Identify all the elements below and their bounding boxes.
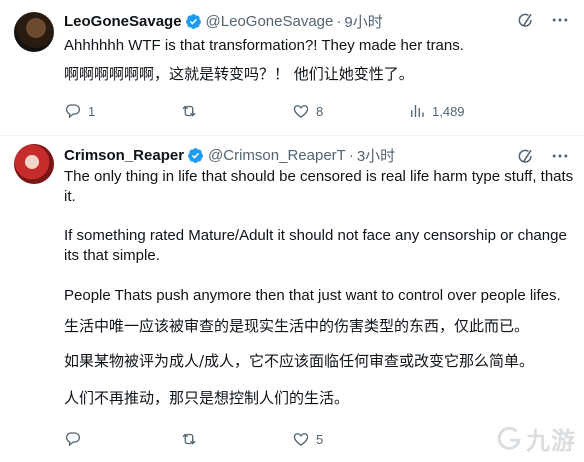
grok-icon[interactable]: [516, 10, 536, 30]
more-options-icon[interactable]: [550, 146, 570, 166]
tweet-leogonesavage[interactable]: LeoGoneSavage @LeoGoneSavage · 9小时 Ahhhh…: [0, 0, 584, 135]
verified-badge-icon: [185, 14, 201, 29]
views-icon: [411, 105, 424, 117]
handle[interactable]: @LeoGoneSavage: [206, 13, 334, 30]
reply-count: 1: [88, 103, 96, 119]
display-name[interactable]: Crimson_Reaper: [64, 147, 184, 164]
tweet-text-translation: 啊啊啊啊啊啊，这就是转变吗？！ 他们让她变性了。: [64, 65, 414, 83]
handle[interactable]: @Crimson_ReaperT: [208, 147, 346, 164]
tweet-paragraph-3: People Thats push anymore then that just…: [64, 287, 561, 304]
reply-icon: [65, 104, 81, 119]
like-button[interactable]: 8: [292, 102, 408, 120]
separator-dot: ·: [348, 147, 354, 164]
tweet-menu: [516, 146, 570, 166]
watermark-swirl-icon: [497, 426, 521, 450]
translation-paragraph-3: 人们不再推动，那只是想控制人们的生活。: [64, 389, 350, 407]
retweet-icon: [182, 105, 196, 117]
tweet-paragraph-2: If something rated Mature/Adult it shoul…: [64, 227, 571, 264]
avatar[interactable]: [14, 144, 54, 184]
display-name[interactable]: LeoGoneSavage: [64, 13, 182, 30]
reply-button[interactable]: [64, 430, 180, 448]
like-count: 5: [316, 431, 324, 447]
reply-button[interactable]: 1: [64, 102, 180, 120]
like-button[interactable]: 5: [292, 430, 408, 448]
tweet-text-en: Ahhhhhh WTF is that transformation?! The…: [64, 37, 464, 54]
watermark-logo: 九游: [494, 421, 576, 456]
tweet-header: Crimson_Reaper @Crimson_ReaperT · 3小时: [64, 145, 395, 166]
watermark-text: 九游: [526, 427, 576, 455]
action-bar: 5: [64, 430, 408, 448]
retweet-button[interactable]: [180, 102, 292, 120]
translation-paragraph-1: 生活中唯一应该被审查的是现实生活中的伤害类型的东西，仅此而已。: [64, 317, 530, 335]
more-options-icon[interactable]: [550, 10, 570, 30]
grok-icon[interactable]: [516, 146, 536, 166]
verified-badge-icon: [188, 148, 203, 163]
timestamp[interactable]: 9小时: [344, 11, 382, 32]
reply-icon: [65, 432, 81, 447]
retweet-button[interactable]: [180, 430, 292, 448]
translation-paragraph-2: 如果某物被评为成人/成人，它不应该面临任何审查或改变它那么简单。: [64, 352, 535, 370]
tweet-header: LeoGoneSavage @LeoGoneSavage · 9小时: [64, 11, 383, 32]
heart-icon: [293, 433, 309, 446]
action-bar: 1 8 1,489: [64, 102, 516, 120]
like-count: 8: [316, 103, 324, 119]
tweet-crimson-reaper[interactable]: Crimson_Reaper @Crimson_ReaperT · 3小时 Th…: [0, 136, 584, 462]
timestamp[interactable]: 3小时: [357, 145, 395, 166]
tweet-paragraph-1: The only thing in life that should be ce…: [64, 168, 578, 205]
avatar[interactable]: [14, 12, 54, 52]
separator-dot: ·: [336, 13, 342, 30]
heart-icon: [293, 105, 309, 118]
views-count: 1,489: [432, 103, 465, 119]
tweet-menu: [516, 10, 570, 30]
views-button[interactable]: 1,489: [408, 102, 516, 120]
retweet-icon: [182, 433, 196, 445]
